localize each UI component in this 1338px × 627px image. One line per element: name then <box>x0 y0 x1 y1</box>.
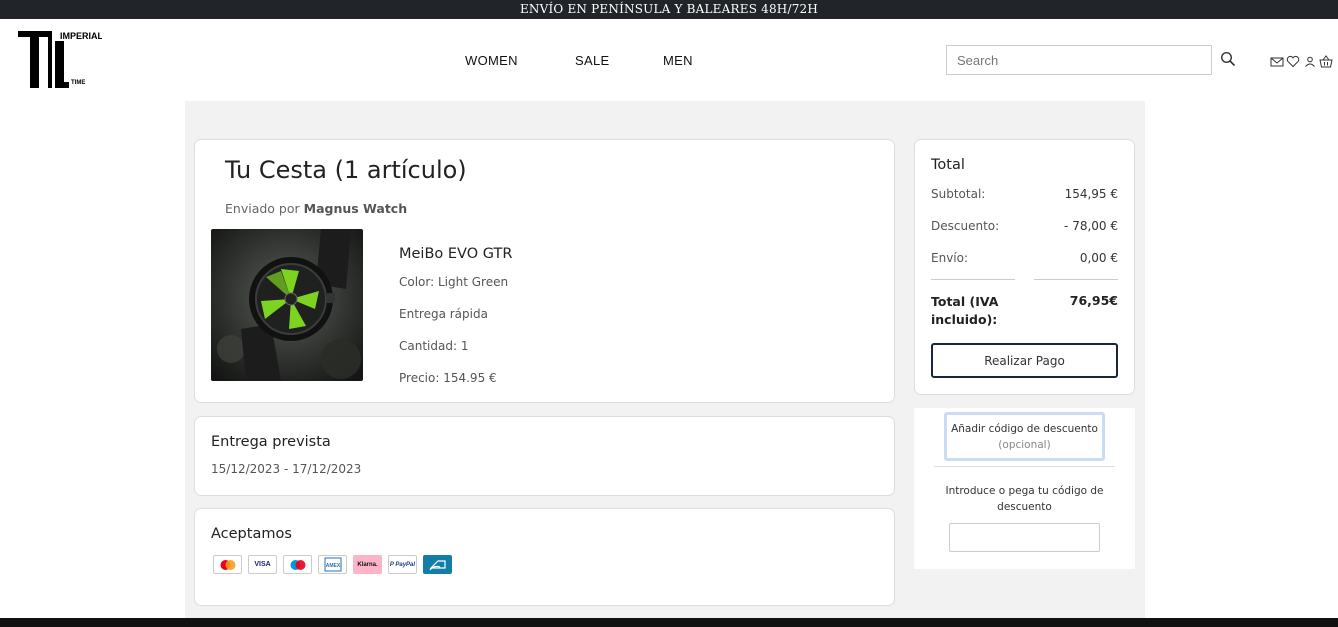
product-quantity: Cantidad: 1 <box>399 339 469 353</box>
product-color: Color: Light Green <box>399 275 509 289</box>
mail-icon[interactable] <box>1270 53 1284 67</box>
optional-label: (opcional) <box>998 439 1051 451</box>
nav-women[interactable]: WOMEN <box>465 53 518 68</box>
amex-icon: AMEX <box>318 555 347 574</box>
nav-sale[interactable]: SALE <box>575 53 609 68</box>
shipping-label: Envío: <box>931 251 969 265</box>
user-icon[interactable] <box>1303 53 1317 67</box>
product-price: Precio: 154.95 € <box>399 371 497 385</box>
payment-methods-card: Aceptamos VISA AMEX Klarna. P PayPal <box>194 508 895 606</box>
totals-divider-right <box>1034 279 1118 280</box>
grand-total-label: Total (IVA incluido): <box>931 294 999 327</box>
product-image[interactable] <box>211 229 363 381</box>
discount-divider <box>934 466 1115 467</box>
paypal-icon: P PayPal <box>388 555 417 574</box>
delivery-title: Entrega prevista <box>211 434 331 450</box>
totals-divider-left <box>931 279 1015 280</box>
basket-icon[interactable] <box>1319 53 1333 68</box>
payment-methods-title: Aceptamos <box>211 526 292 542</box>
mastercard-icon <box>213 555 242 574</box>
shipping-row: Envío: 0,00 € <box>931 251 1118 265</box>
discount-value: - 78,00 € <box>1064 219 1118 233</box>
visa-icon: VISA <box>248 555 277 574</box>
sent-by: Enviado por Magnus Watch <box>225 201 407 216</box>
checkout-button[interactable]: Realizar Pago <box>931 343 1118 378</box>
sent-by-prefix: Enviado por <box>225 201 300 216</box>
discount-code-card: Añadir código de descuento (opcional) In… <box>914 408 1135 569</box>
svg-text:AMEX: AMEX <box>325 563 340 569</box>
imperial-time-logo[interactable]: IMPERIAL TIME <box>18 31 104 91</box>
subtotal-label: Subtotal: <box>931 187 986 201</box>
discount-code-input[interactable] <box>949 523 1100 552</box>
cart-title: Tu Cesta (1 artículo) <box>225 156 467 184</box>
bank-transfer-icon <box>423 555 452 574</box>
subtotal-row: Subtotal: 154,95 € <box>931 187 1118 201</box>
subtotal-value: 154,95 € <box>1064 187 1118 201</box>
add-discount-code-button[interactable]: Añadir código de descuento (opcional) <box>944 412 1105 461</box>
klarna-icon: Klarna. <box>353 555 382 574</box>
cart-card: Tu Cesta (1 artículo) Enviado por Magnus… <box>194 139 895 403</box>
shipping-announcement: ENVÍO EN PENÍNSULA Y BALEARES 48H/72H <box>0 0 1338 19</box>
shipping-value: 0,00 € <box>1079 251 1118 265</box>
add-discount-label: Añadir código de descuento <box>951 423 1098 435</box>
logo-word-bottom: TIME <box>71 80 85 86</box>
grand-total-value: 76,95€ <box>1069 293 1118 308</box>
search-input[interactable] <box>946 45 1212 75</box>
discount-label: Descuento: <box>931 219 1000 233</box>
maestro-icon <box>283 555 312 574</box>
heart-icon[interactable] <box>1286 53 1300 68</box>
site-header: IMPERIAL TIME WOMEN SALE MEN <box>0 19 1338 101</box>
order-total-card: Total Subtotal: 154,95 € Descuento: - 78… <box>914 139 1135 395</box>
nav-men[interactable]: MEN <box>663 53 693 68</box>
discount-hint: Introduce o pega tu código de descuento <box>945 485 1104 513</box>
seller-name[interactable]: Magnus Watch <box>304 201 407 216</box>
delivery-dates: 15/12/2023 - 17/12/2023 <box>211 462 362 476</box>
delivery-card: Entrega prevista 15/12/2023 - 17/12/2023 <box>194 416 895 496</box>
product-delivery: Entrega rápida <box>399 307 488 321</box>
total-title: Total <box>931 157 965 173</box>
discount-row: Descuento: - 78,00 € <box>931 219 1118 233</box>
payment-icons: VISA AMEX Klarna. P PayPal <box>213 555 452 574</box>
search-icon[interactable] <box>1220 51 1236 67</box>
footer-bar <box>0 618 1338 627</box>
product-name[interactable]: MeiBo EVO GTR <box>399 246 512 262</box>
logo-word-top: IMPERIAL <box>60 31 102 41</box>
